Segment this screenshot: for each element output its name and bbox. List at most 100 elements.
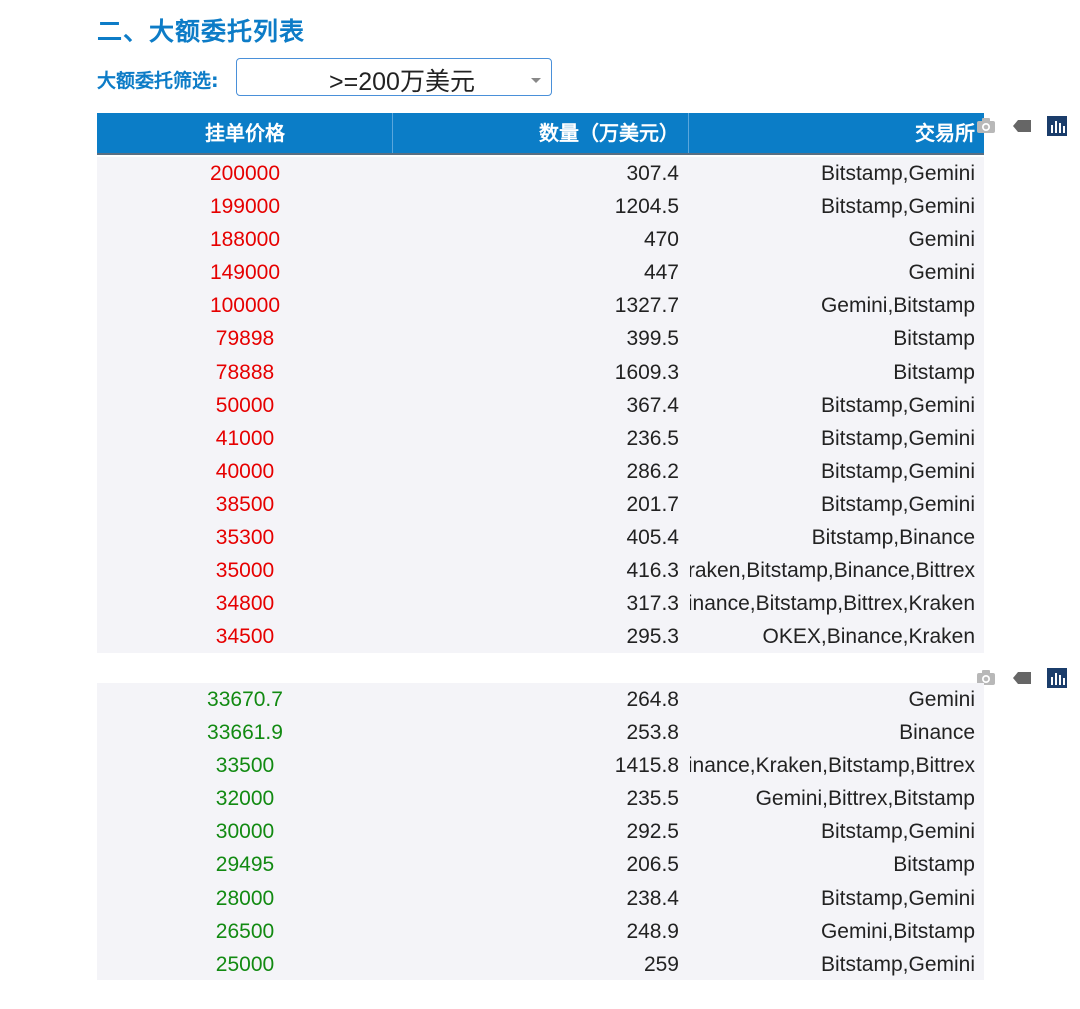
exchange-cell: Kraken,Bitstamp,Binance,Bittrex bbox=[690, 559, 975, 583]
filter-label: 大额委托筛选: bbox=[97, 70, 219, 92]
exchange-cell: Bitstamp,Gemini bbox=[820, 162, 975, 185]
quantity-cell: 405.4 bbox=[626, 526, 679, 550]
column-header-quantity[interactable]: 数量（万美元） bbox=[393, 113, 679, 153]
price-cell: 40000 bbox=[215, 459, 275, 483]
quantity-cell: 292.5 bbox=[626, 820, 679, 844]
table-row: 30000 292.5 Bitstamp,Gemini bbox=[97, 815, 984, 848]
exchange-cell: Gemini,Bittrex,Bitstamp bbox=[755, 787, 975, 811]
price-cell: 30000 bbox=[215, 820, 275, 844]
price-cell: 41000 bbox=[215, 426, 275, 450]
exchange-cell: Bitstamp,Gemini bbox=[820, 820, 975, 844]
quantity-cell: 286.2 bbox=[626, 459, 679, 483]
price-cell: 25000 bbox=[215, 952, 275, 976]
exchange-cell: Bitstamp,Gemini bbox=[820, 426, 975, 450]
quantity-cell: 259 bbox=[643, 952, 679, 976]
price-cell: 29495 bbox=[215, 853, 275, 877]
exchange-cell: Gemini,Bitstamp bbox=[820, 294, 975, 318]
quantity-cell: 295.3 bbox=[626, 625, 679, 649]
quantity-cell: 1415.8 bbox=[614, 754, 679, 778]
quantity-cell: 1327.7 bbox=[614, 294, 679, 318]
table-row: 199000 1204.5 Bitstamp,Gemini bbox=[97, 190, 984, 223]
table-row: 200000 307.4 Bitstamp,Gemini bbox=[97, 157, 984, 190]
camera-icon[interactable] bbox=[975, 115, 997, 137]
table-row: 35000 416.3 Kraken,Bitstamp,Binance,Bittre… bbox=[97, 554, 984, 587]
table-row: 35300 405.4 Bitstamp,Binance bbox=[97, 521, 984, 554]
bar-chart-icon[interactable] bbox=[1046, 115, 1068, 137]
page-title: 二、大额委托列表 bbox=[97, 17, 306, 46]
exchange-cell: Gemini bbox=[908, 261, 975, 285]
table-row: 79898 399.5 Bitstamp bbox=[97, 322, 984, 355]
price-cell: 28000 bbox=[215, 886, 275, 910]
quantity-cell: 248.9 bbox=[626, 919, 679, 943]
exchange-cell: Bitstamp,Gemini bbox=[820, 195, 975, 219]
table-row: 33670.7 264.8 Gemini bbox=[97, 683, 984, 716]
quantity-cell: 367.4 bbox=[626, 393, 679, 417]
exchange-cell: Binance,Kraken,Bitstamp,Bittrex bbox=[690, 754, 975, 778]
price-cell: 33670.7 bbox=[207, 688, 283, 711]
amount-filter-value: >=200万美元 bbox=[329, 68, 475, 96]
table-toolbar-bids bbox=[975, 667, 1075, 689]
exchange-cell: Bitstamp,Binance bbox=[811, 526, 975, 550]
exchange-cell: Gemini bbox=[908, 688, 975, 711]
table-row: 38500 201.7 Bitstamp,Gemini bbox=[97, 488, 984, 521]
price-cell: 34500 bbox=[215, 625, 275, 649]
table-row: 32000 235.5 Gemini,Bittrex,Bitstamp bbox=[97, 782, 984, 815]
price-cell: 32000 bbox=[215, 787, 275, 811]
chevron-down-icon bbox=[531, 78, 541, 83]
quantity-cell: 447 bbox=[643, 261, 679, 285]
exchange-cell: Bitstamp,Gemini bbox=[820, 492, 975, 516]
bids-table: 33670.7 264.8 Gemini 33661.9 253.8 Binance 335… bbox=[97, 683, 984, 980]
table-row: 50000 367.4 Bitstamp,Gemini bbox=[97, 389, 984, 422]
table-row: 33661.9 253.8 Binance bbox=[97, 716, 984, 749]
price-cell: 35300 bbox=[215, 526, 275, 550]
quantity-cell: 1204.5 bbox=[614, 195, 679, 219]
table-row: 34800 317.3 Binance,Bitstamp,Bittrex,Krake… bbox=[97, 587, 984, 620]
price-cell: 188000 bbox=[209, 228, 281, 252]
table-row: 78888 1609.3 Bitstamp bbox=[97, 356, 984, 389]
quantity-cell: 236.5 bbox=[626, 426, 679, 450]
amount-filter-select[interactable]: >=200万美元 bbox=[236, 58, 552, 96]
exchange-cell: OKEX,Binance,Kraken bbox=[762, 625, 975, 649]
table-row: 25000 259 Bitstamp,Gemini bbox=[97, 948, 984, 981]
exchange-cell: Bitstamp bbox=[893, 853, 975, 877]
price-cell: 33500 bbox=[215, 754, 275, 778]
table-header: 挂单价格 数量（万美元） 交易所 bbox=[97, 113, 984, 155]
quantity-cell: 307.4 bbox=[626, 162, 679, 185]
price-cell: 38500 bbox=[215, 492, 275, 516]
table-row: 40000 286.2 Bitstamp,Gemini bbox=[97, 455, 984, 488]
quantity-cell: 470 bbox=[643, 228, 679, 252]
quantity-cell: 206.5 bbox=[626, 853, 679, 877]
price-cell: 199000 bbox=[209, 195, 281, 219]
table-row: 41000 236.5 Bitstamp,Gemini bbox=[97, 422, 984, 455]
quantity-cell: 253.8 bbox=[626, 721, 679, 745]
table-row: 28000 238.4 Bitstamp,Gemini bbox=[97, 882, 984, 915]
tag-icon[interactable] bbox=[1011, 667, 1033, 689]
price-cell: 100000 bbox=[209, 294, 281, 318]
bar-chart-icon[interactable] bbox=[1046, 667, 1068, 689]
price-cell: 200000 bbox=[209, 162, 281, 185]
quantity-cell: 201.7 bbox=[626, 492, 679, 516]
quantity-cell: 238.4 bbox=[626, 886, 679, 910]
exchange-cell: Binance,Bitstamp,Bittrex,Kraken bbox=[690, 592, 975, 616]
quantity-cell: 1609.3 bbox=[614, 360, 679, 384]
exchange-cell: Bitstamp bbox=[893, 360, 975, 384]
asks-table: 200000 307.4 Bitstamp,Gemini 199000 1204.5 Bi… bbox=[97, 157, 984, 653]
quantity-cell: 264.8 bbox=[626, 688, 679, 711]
table-row: 100000 1327.7 Gemini,Bitstamp bbox=[97, 289, 984, 322]
table-row: 188000 470 Gemini bbox=[97, 223, 984, 256]
table-row: 26500 248.9 Gemini,Bitstamp bbox=[97, 915, 984, 948]
exchange-cell: Gemini,Bitstamp bbox=[820, 919, 975, 943]
exchange-cell: Gemini bbox=[908, 228, 975, 252]
price-cell: 33661.9 bbox=[207, 721, 283, 745]
column-header-exchange[interactable]: 交易所 bbox=[690, 113, 975, 153]
column-header-price[interactable]: 挂单价格 bbox=[97, 113, 393, 153]
quantity-cell: 235.5 bbox=[626, 787, 679, 811]
quantity-cell: 317.3 bbox=[626, 592, 679, 616]
exchange-cell: Bitstamp,Gemini bbox=[820, 459, 975, 483]
exchange-cell: Bitstamp bbox=[893, 327, 975, 351]
price-cell: 78888 bbox=[215, 360, 275, 384]
quantity-cell: 399.5 bbox=[626, 327, 679, 351]
table-row: 33500 1415.8 Binance,Kraken,Bitstamp,Bittr… bbox=[97, 749, 984, 782]
tag-icon[interactable] bbox=[1011, 115, 1033, 137]
table-row: 29495 206.5 Bitstamp bbox=[97, 848, 984, 881]
